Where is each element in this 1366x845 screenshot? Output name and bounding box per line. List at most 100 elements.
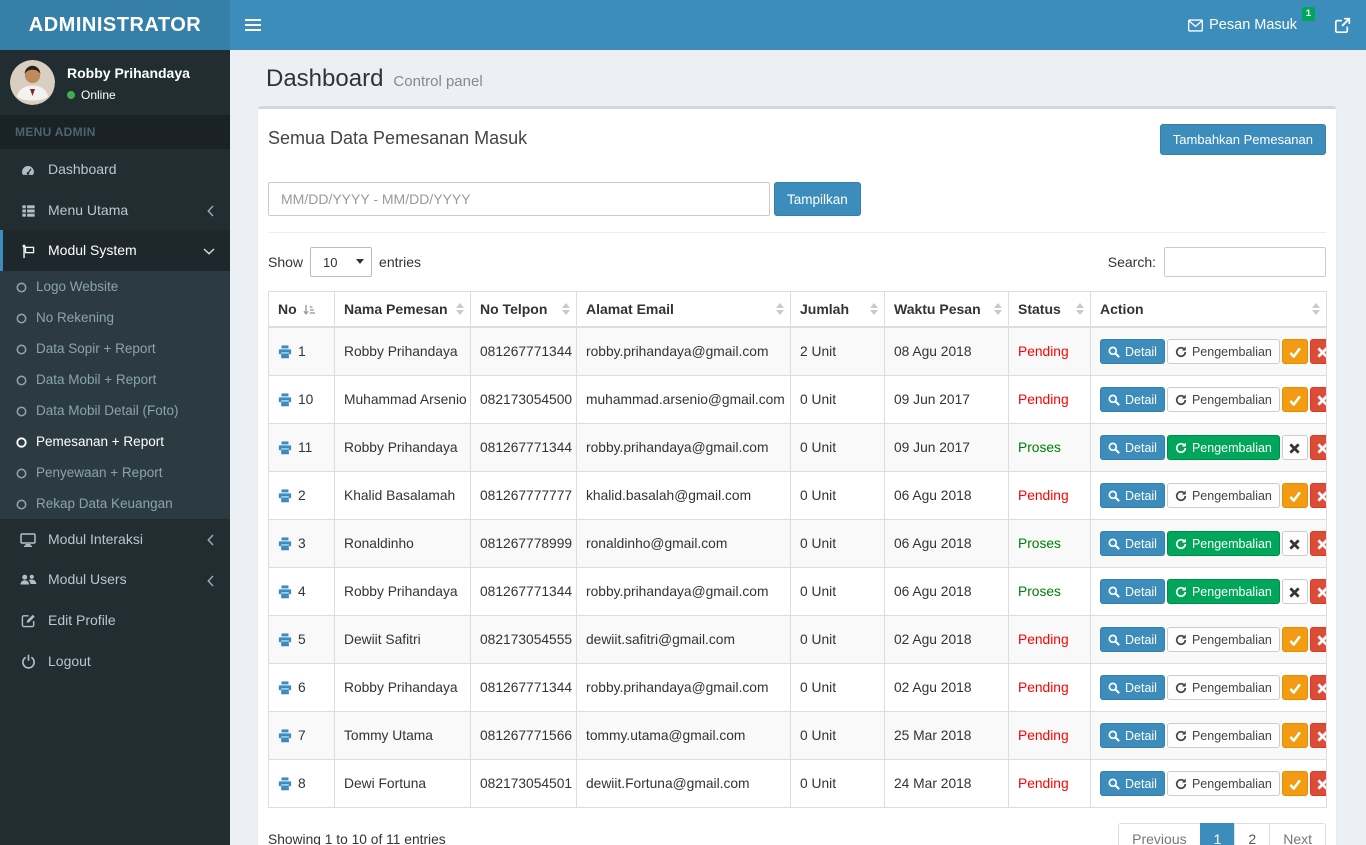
order-no-cell: 11 [268, 423, 335, 472]
detail-button[interactable]: Detail [1100, 483, 1165, 508]
submenu-item-no-rekening[interactable]: No Rekening [0, 302, 230, 333]
sidebar-item-logout[interactable]: Logout [0, 640, 230, 681]
approve-button[interactable] [1281, 483, 1308, 508]
column-header-status[interactable]: Status [1008, 291, 1091, 328]
phone-cell: 081267777777 [470, 471, 577, 520]
printer-icon[interactable] [278, 488, 292, 503]
page-length-select[interactable]: 10 [310, 247, 373, 277]
search-icon [1108, 585, 1120, 599]
submenu-item-rekap-keuangan[interactable]: Rekap Data Keuangan [0, 488, 230, 519]
delete-button[interactable] [1309, 435, 1326, 460]
pengembalian-button[interactable]: Pengembalian [1166, 531, 1280, 556]
detail-button[interactable]: Detail [1100, 675, 1165, 700]
sidebar-item-modul-system[interactable]: Modul System [0, 230, 230, 271]
messages-menu[interactable]: Pesan Masuk 1 [1173, 0, 1319, 50]
sidebar-item-edit-profile[interactable]: Edit Profile [0, 599, 230, 640]
pagination-page-2[interactable]: 2 [1234, 823, 1271, 845]
submenu-item-data-sopir[interactable]: Data Sopir + Report [0, 333, 230, 364]
pengembalian-button[interactable]: Pengembalian [1166, 627, 1280, 652]
detail-button[interactable]: Detail [1100, 579, 1165, 604]
sidebar-toggle-button[interactable] [230, 0, 275, 50]
detail-button[interactable]: Detail [1100, 723, 1165, 748]
column-header-action[interactable]: Action [1090, 291, 1327, 328]
delete-button[interactable] [1309, 579, 1326, 604]
delete-button[interactable] [1309, 675, 1326, 700]
pengembalian-button[interactable]: Pengembalian [1166, 387, 1280, 412]
approve-button[interactable] [1281, 675, 1308, 700]
submenu-item-penyewaan[interactable]: Penyewaan + Report [0, 457, 230, 488]
status-cell: Proses [1008, 567, 1091, 616]
delete-button[interactable] [1309, 771, 1326, 796]
printer-icon[interactable] [278, 392, 292, 407]
detail-button[interactable]: Detail [1100, 627, 1165, 652]
submenu-item-data-mobil[interactable]: Data Mobil + Report [0, 364, 230, 395]
approve-button[interactable] [1281, 627, 1308, 652]
delete-button[interactable] [1309, 339, 1326, 364]
delete-button[interactable] [1309, 483, 1326, 508]
pengembalian-button[interactable]: Pengembalian [1166, 483, 1280, 508]
submenu-item-logo-website[interactable]: Logo Website [0, 271, 230, 302]
delete-button[interactable] [1309, 627, 1326, 652]
pagination-previous[interactable]: Previous [1118, 823, 1201, 845]
show-button[interactable]: Tampilkan [774, 182, 861, 216]
approve-button[interactable] [1281, 771, 1308, 796]
cancel-button[interactable] [1281, 435, 1308, 460]
printer-icon[interactable] [278, 344, 292, 359]
pagination-page-1[interactable]: 1 [1199, 823, 1236, 845]
cancel-button[interactable] [1281, 531, 1308, 556]
x-icon [1317, 537, 1326, 551]
column-header-email[interactable]: Alamat Email [576, 291, 791, 328]
printer-icon[interactable] [278, 584, 292, 599]
delete-button[interactable] [1309, 723, 1326, 748]
quantity-cell: 2 Unit [790, 326, 885, 376]
detail-button[interactable]: Detail [1100, 435, 1165, 460]
x-icon [1317, 393, 1326, 407]
cancel-button[interactable] [1281, 579, 1308, 604]
pengembalian-button[interactable]: Pengembalian [1166, 435, 1280, 460]
printer-icon[interactable] [278, 536, 292, 551]
add-order-button[interactable]: Tambahkan Pemesanan [1159, 124, 1326, 155]
user-status[interactable]: Online [67, 88, 190, 102]
pengembalian-button[interactable]: Pengembalian [1166, 675, 1280, 700]
pengembalian-button[interactable]: Pengembalian [1166, 771, 1280, 796]
pagination-next[interactable]: Next [1269, 823, 1326, 845]
search-input[interactable] [1164, 247, 1326, 277]
submenu-item-pemesanan[interactable]: Pemesanan + Report [0, 426, 230, 457]
column-header-jumlah[interactable]: Jumlah [790, 291, 885, 328]
approve-button[interactable] [1281, 387, 1308, 412]
column-header-telpon[interactable]: No Telpon [470, 291, 577, 328]
detail-button[interactable]: Detail [1100, 387, 1165, 412]
detail-button[interactable]: Detail [1100, 531, 1165, 556]
delete-button[interactable] [1309, 531, 1326, 556]
printer-icon[interactable] [278, 680, 292, 695]
column-header-nama[interactable]: Nama Pemesan [334, 291, 471, 328]
phone-cell: 082173054500 [470, 375, 577, 424]
sidebar-item-modul-interaksi[interactable]: Modul Interaksi [0, 519, 230, 559]
sidebar-item-modul-users[interactable]: Modul Users [0, 559, 230, 599]
detail-button[interactable]: Detail [1100, 339, 1165, 364]
pengembalian-button[interactable]: Pengembalian [1166, 339, 1280, 364]
approve-button[interactable] [1281, 723, 1308, 748]
column-header-waktu[interactable]: Waktu Pesan [884, 291, 1009, 328]
printer-icon[interactable] [278, 776, 292, 791]
sidebar-item-menu-utama[interactable]: Menu Utama [0, 190, 230, 230]
order-date-cell: 25 Mar 2018 [884, 711, 1009, 760]
sidebar-item-dashboard[interactable]: Dashboard [0, 149, 230, 190]
printer-icon[interactable] [278, 632, 292, 647]
detail-button[interactable]: Detail [1100, 771, 1165, 796]
column-header-no[interactable]: No [268, 291, 335, 328]
printer-icon[interactable] [278, 440, 292, 455]
pengembalian-button[interactable]: Pengembalian [1166, 723, 1280, 748]
user-status-label: Online [81, 88, 116, 102]
circle-o-icon [16, 434, 27, 449]
date-range-input[interactable] [268, 182, 770, 216]
action-cell: Detail Pengembalian [1090, 519, 1327, 568]
refresh-icon [1175, 489, 1187, 503]
printer-icon[interactable] [278, 728, 292, 743]
brand-logo[interactable]: ADMINISTRATOR [0, 0, 230, 50]
external-link-menu[interactable] [1319, 0, 1366, 50]
pengembalian-button[interactable]: Pengembalian [1166, 579, 1280, 604]
delete-button[interactable] [1309, 387, 1326, 412]
submenu-item-data-mobil-detail[interactable]: Data Mobil Detail (Foto) [0, 395, 230, 426]
approve-button[interactable] [1281, 339, 1308, 364]
